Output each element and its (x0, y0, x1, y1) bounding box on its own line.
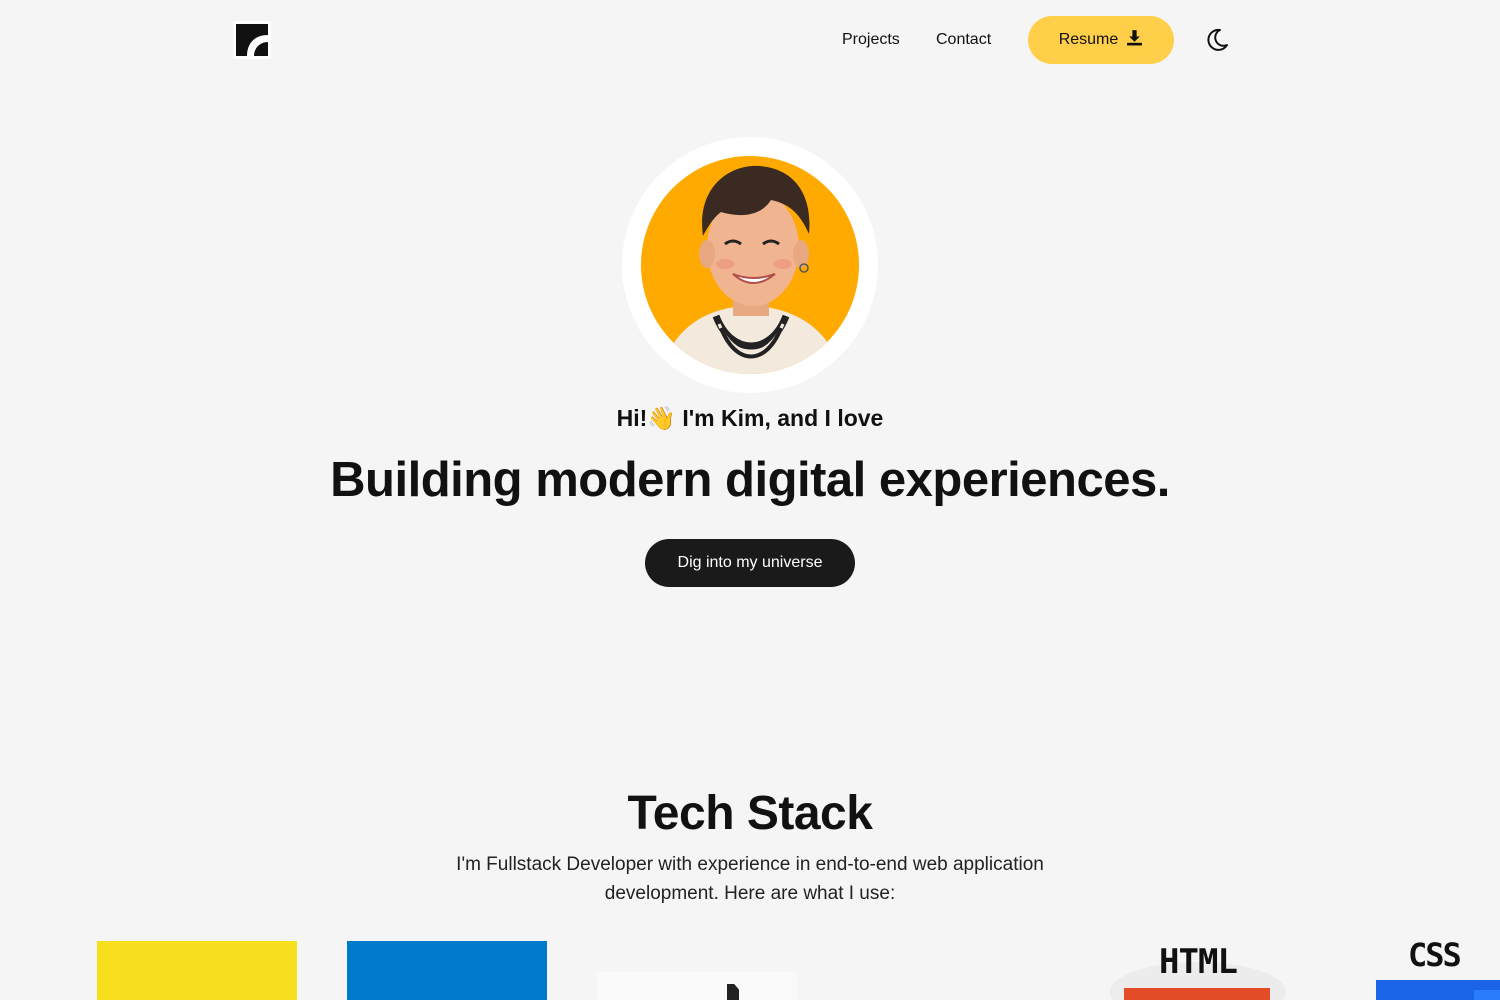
moon-icon (1203, 28, 1231, 57)
download-icon (1126, 29, 1143, 51)
avatar (641, 156, 859, 374)
logo-icon[interactable] (233, 21, 271, 59)
hero-headline: Building modern digital experiences. (330, 453, 1170, 507)
resume-label: Resume (1058, 31, 1119, 48)
nextjs-mark (727, 984, 739, 1000)
cta-button[interactable]: Dig into my universe (645, 539, 855, 587)
resume-button[interactable]: Resume (1028, 16, 1174, 64)
css-shield-highlight (1474, 990, 1500, 1000)
javascript-icon (97, 941, 297, 1000)
html-shield (1124, 988, 1270, 1000)
nav-projects[interactable]: Projects (842, 29, 900, 51)
portfolio-page: Projects Contact Resume Hi!👋 I'm Kim, an… (0, 0, 1500, 1000)
css-icon: CSS (1376, 938, 1500, 1000)
html-icon: HTML (1110, 940, 1286, 1000)
theme-toggle-button[interactable] (1203, 26, 1231, 54)
tech-stack-title: Tech Stack (627, 787, 873, 840)
hero-greeting: Hi!👋 I'm Kim, and I love (616, 405, 884, 431)
avatar-frame (622, 137, 878, 393)
nextjs-icon (597, 972, 797, 1000)
html-label: HTML (1159, 942, 1238, 982)
css-label: CSS (1408, 936, 1462, 974)
nav-contact[interactable]: Contact (936, 29, 991, 51)
tech-stack-description: I'm Fullstack Developer with experience … (456, 854, 1044, 904)
typescript-icon (347, 941, 547, 1000)
